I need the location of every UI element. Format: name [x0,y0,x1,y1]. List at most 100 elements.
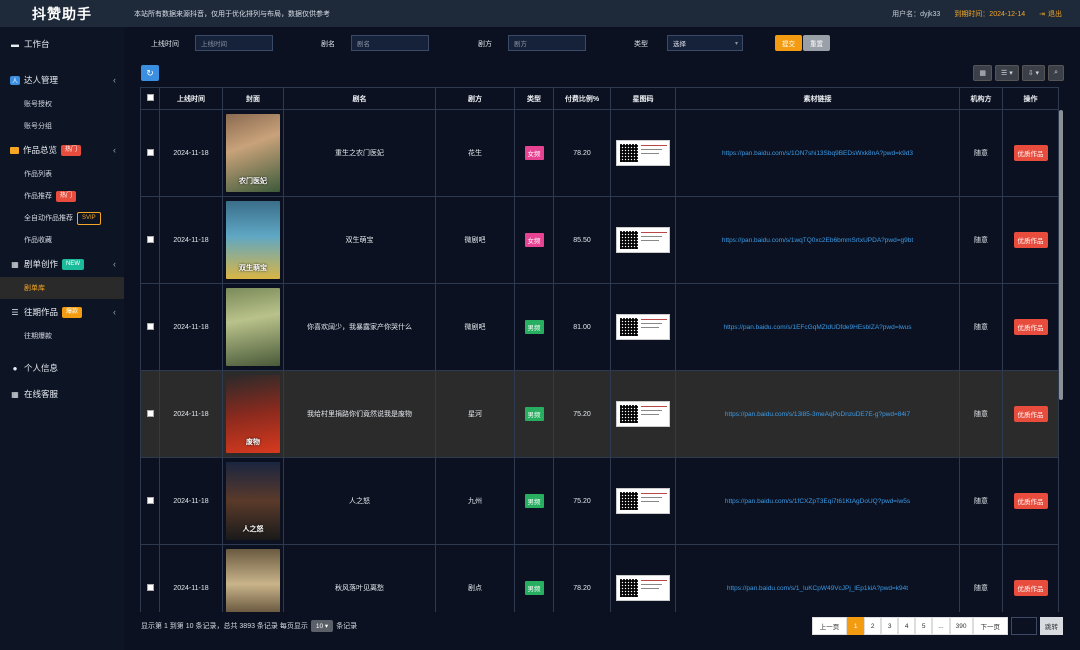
table-row[interactable]: 2024-11-18 废物 我给村里捐路你们竟然说我是废物 星河 男频 75.2… [140,370,1059,458]
logout-label: 退出 [1048,10,1062,18]
date-input[interactable]: 上线时间 [195,35,273,51]
col-header[interactable]: 机构方 [959,87,1003,110]
material-link[interactable]: https://pan.baidu.com/s/1ON7shi13Sbq9BED… [722,150,913,157]
material-link[interactable]: https://pan.baidu.com/s/13l85-3meAqPoDnz… [725,411,910,418]
jump-button[interactable]: 跳转 [1040,617,1063,635]
cover-image[interactable]: 人之怒 [226,462,280,540]
party-input[interactable]: 剧方 [508,35,586,51]
row-select-cell[interactable] [140,457,160,545]
sidebar-item-workbench[interactable]: ▬ 工作台 [0,31,124,57]
link-cell: https://pan.baidu.com/s/1EFcGqMZtdUDfde9… [675,283,960,371]
cover-image[interactable]: 双生萌宝 [226,201,280,279]
quality-work-button[interactable]: 优质作品 [1013,580,1048,596]
table-header-row: 上线时间 封面 剧名 剧方 类型 付费比例% 星图码 素材链接 机构方 操作 [140,87,1059,110]
star-code-image[interactable] [616,488,670,514]
row-checkbox[interactable] [146,409,154,417]
toggle-view-button[interactable]: ▦ [973,65,993,81]
col-header[interactable]: 剧名 [283,87,436,110]
quality-work-button[interactable]: 优质作品 [1013,319,1048,335]
logout-link[interactable]: ⇥ 退出 [1039,9,1062,19]
reset-button[interactable]: 重置 [803,35,830,51]
material-link[interactable]: https://pan.baidu.com/s/1fCXZpT3Eqi7t61K… [725,498,910,505]
quality-work-button[interactable]: 优质作品 [1013,493,1048,509]
cover-image[interactable] [226,288,280,366]
row-checkbox[interactable] [146,148,154,156]
sidebar-item-playlist-library[interactable]: 剧单库 [0,277,124,299]
page-button-4[interactable]: 4 [898,617,916,635]
table-row[interactable]: 2024-11-18 你喜欢阔少，我暴露家产你哭什么 微剧吧 男频 81.00 … [140,283,1059,371]
prev-page-button[interactable]: 上一页 [811,617,848,635]
quality-work-button[interactable]: 优质作品 [1013,232,1048,248]
select-all-checkbox[interactable] [146,94,154,101]
col-header[interactable]: 付费比例% [553,87,611,110]
submit-button[interactable]: 提交 [775,35,802,51]
page-button-1[interactable]: 1 [847,617,865,635]
table-row[interactable]: 2024-11-18 农门医妃 重生之农门医妃 花生 女频 78.20 http… [140,109,1059,197]
table-row[interactable]: 2024-11-18 双生萌宝 双生萌宝 微剧吧 女频 85.50 https:… [140,196,1059,284]
star-code-image[interactable] [616,314,670,340]
material-link[interactable]: https://pan.baidu.com/s/1EFcGqMZtdUDfde9… [723,324,911,331]
sidebar-item-account-group[interactable]: 账号分组 [0,115,124,137]
star-code-image[interactable] [616,401,670,427]
export-button[interactable]: ⇩ ▾ [1021,65,1046,81]
page-button-3[interactable]: 3 [881,617,899,635]
table-row[interactable]: 2024-11-18 人之怒 人之怒 九州 男频 75.20 https://p… [140,457,1059,545]
sidebar-item-support[interactable]: ▦ 在线客服 [0,381,124,407]
quality-work-button[interactable]: 优质作品 [1013,406,1048,422]
row-select-cell[interactable] [140,109,160,197]
table-scrollbar[interactable] [1059,110,1063,400]
row-checkbox[interactable] [146,583,154,591]
col-header[interactable]: 剧方 [435,87,515,110]
star-code-image[interactable] [616,227,670,253]
type-select[interactable]: 选择 ▾ [667,35,743,51]
search-button[interactable]: ⌕ [1048,65,1064,81]
link-cell: https://pan.baidu.com/s/1ON7shi13Sbq9BED… [675,109,960,197]
material-link[interactable]: https://pan.baidu.com/s/1wqTQ0xc2Eb6bmmS… [722,237,913,244]
sidebar-item-works-list[interactable]: 作品列表 [0,163,124,185]
page-button-5[interactable]: 5 [915,617,933,635]
qr-code-icon [620,405,638,423]
row-checkbox[interactable] [146,322,154,330]
refresh-button[interactable]: ↻ [141,65,159,81]
row-select-cell[interactable] [140,196,160,284]
sidebar-item-profile[interactable]: ● 个人信息 [0,355,124,381]
sidebar-item-works-favorites[interactable]: 作品收藏 [0,229,124,251]
next-page-button[interactable]: 下一页 [972,617,1008,635]
quality-work-button[interactable]: 优质作品 [1013,145,1048,161]
select-all-cell[interactable] [140,87,160,110]
jump-page-input[interactable] [1011,617,1037,635]
cover-image[interactable]: 废物 [226,375,280,453]
table-row[interactable]: 2024-11-18 秋风落叶见离愁 剧点 男频 78.20 https://p… [140,544,1059,612]
star-code-image[interactable] [616,575,670,601]
star-code-image[interactable] [616,140,670,166]
cover-image[interactable] [226,549,280,612]
cover-cell: 双生萌宝 [222,196,284,284]
col-header[interactable]: 上线时间 [159,87,223,110]
row-select-cell[interactable] [140,544,160,612]
page-button-2[interactable]: 2 [864,617,882,635]
col-header[interactable]: 类型 [514,87,554,110]
sidebar-item-account-auth[interactable]: 账号授权 [0,93,124,115]
sidebar-item-works-overview[interactable]: 作品总览 热门 ‹ [0,137,124,163]
material-link[interactable]: https://pan.baidu.com/s/1_luKCpW49VcJPj_… [727,585,908,592]
sidebar-item-works-recommend[interactable]: 作品推荐 热门 [0,185,124,207]
sidebar-item-talent[interactable]: 人 达人管理 ‹ [0,67,124,93]
type-select-value: 选择 [673,41,686,48]
star-code-cell [610,283,676,371]
cover-image[interactable]: 农门医妃 [226,114,280,192]
page-size-select[interactable]: 10 ▾ [310,620,334,632]
sidebar: ▬ 工作台 人 达人管理 ‹ 账号授权 账号分组 作品总览 热门 ‹ 作品列表 … [0,27,124,650]
page-button-last[interactable]: 390 [949,617,973,635]
sidebar-item-auto-recommend[interactable]: 全自动作品推荐 SVIP [0,207,124,229]
cover-text: 农门医妃 [239,178,267,185]
row-select-cell[interactable] [140,283,160,371]
name-input[interactable]: 剧名 [351,35,429,51]
row-checkbox[interactable] [146,235,154,243]
columns-button[interactable]: ☰ ▾ [995,65,1019,81]
row-checkbox[interactable] [146,496,154,504]
sidebar-item-past-hits[interactable]: 往期爆款 [0,325,124,347]
sidebar-item-playlist-create[interactable]: ▦ 剧单创作 NEW ‹ [0,251,124,277]
sidebar-item-past-works[interactable]: ☰ 往期作品 爆款 ‹ [0,299,124,325]
row-select-cell[interactable] [140,370,160,458]
page-summary: 显示第 1 到第 10 条记录，总共 3893 条记录 每页显示 10 ▾ 条记… [141,620,357,632]
